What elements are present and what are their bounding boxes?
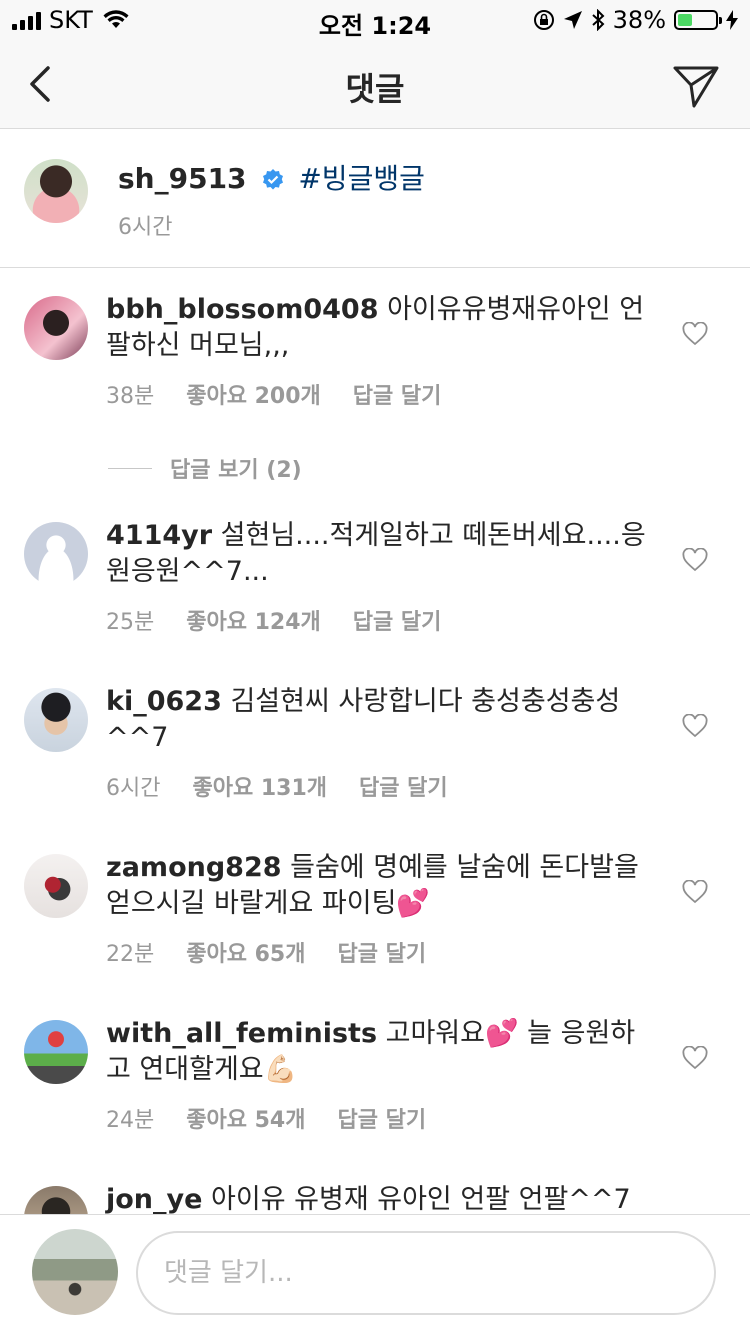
comment-likes[interactable]: 좋아요 65개 [186,936,305,968]
reply-button[interactable]: 답글 달기 [337,1102,426,1134]
heart-icon[interactable] [682,548,708,572]
location-icon [563,11,582,29]
caption-hashtag[interactable]: #빙글뱅글 [298,162,425,195]
comment-input[interactable] [136,1231,716,1315]
avatar[interactable] [24,854,88,918]
comment-time: 22분 [106,942,155,967]
divider [108,467,152,469]
battery-percent: 38% [612,6,666,34]
heart-icon[interactable] [682,1046,708,1070]
orientation-lock-icon [533,10,554,30]
avatar[interactable] [24,159,88,223]
comment-text: zamong828 들숨에 명예를 날숨에 돈다발을 얻으시길 바랄게요 파이팅… [106,850,646,922]
avatar[interactable] [24,688,88,752]
comment-username[interactable]: jon_ye [106,1184,202,1215]
avatar[interactable] [24,522,88,586]
comment-text: 4114yr 설현님....적게일하고 떼돈버세요....응원응원^^7... [106,518,646,590]
post-caption: sh_9513 #빙글뱅글 6시간 [0,129,750,268]
avatar[interactable] [24,296,88,360]
view-replies-label: 답글 보기 (2) [170,458,302,483]
reply-button[interactable]: 답글 달기 [359,770,448,802]
status-right: 38% [533,6,738,34]
reply-button[interactable]: 답글 달기 [353,604,442,636]
status-bar: SKT 오전 1:24 38% [0,0,750,40]
comment-time: 25분 [106,610,155,635]
page-title: 댓글 [345,70,405,108]
comment-time: 38분 [106,384,155,409]
comment-time: 24분 [106,1108,155,1133]
comment-meta: 38분 좋아요 200개 답글 달기 [106,378,441,410]
verified-badge-icon [263,169,284,190]
comment-likes[interactable]: 좋아요 200개 [186,378,321,410]
comment-time: 6시간 [106,776,161,801]
comment-meta: 25분 좋아요 124개 답글 달기 [106,604,441,636]
comment-body: 아이유 유병재 유아인 언팔 언팔^^7 [211,1184,631,1215]
reply-button[interactable]: 답글 달기 [337,936,426,968]
reply-button[interactable]: 답글 달기 [353,378,442,410]
comment-text: jon_ye 아이유 유병재 유아인 언팔 언팔^^7 [106,1182,646,1218]
caption-text: sh_9513 #빙글뱅글 [118,157,425,197]
comment-likes[interactable]: 좋아요 54개 [186,1102,305,1134]
comment-likes[interactable]: 좋아요 124개 [186,604,321,636]
comment-meta: 6시간 좋아요 131개 답글 달기 [106,770,448,802]
heart-icon[interactable] [682,880,708,904]
avatar[interactable] [24,1020,88,1084]
navigation-header: 댓글 [0,40,750,129]
comment-text: ki_0623 김설현씨 사랑합니다 충성충성충성^^7 [106,684,646,756]
comment-username[interactable]: zamong828 [106,852,282,883]
bluetooth-icon [591,9,605,31]
battery-icon [674,10,722,30]
comment-username[interactable]: with_all_feminists [106,1018,377,1049]
comment-likes[interactable]: 좋아요 131개 [192,770,327,802]
caption-timestamp: 6시간 [118,215,173,240]
comment-meta: 22분 좋아요 65개 답글 달기 [106,936,426,968]
heart-icon[interactable] [682,322,708,346]
charging-icon [726,10,738,30]
comment-composer [0,1214,750,1335]
caption-username[interactable]: sh_9513 [118,162,247,195]
view-replies-button[interactable]: 답글 보기 (2) [108,452,302,484]
comment-text: bbh_blossom0408 아이유유병재유아인 언팔하신 머모님,,, [106,292,646,364]
paper-plane-icon[interactable] [672,62,720,110]
comment-meta: 24분 좋아요 54개 답글 달기 [106,1102,426,1134]
avatar [32,1229,118,1315]
comment-username[interactable]: bbh_blossom0408 [106,294,378,325]
comment-username[interactable]: 4114yr [106,520,212,551]
comment-text: with_all_feminists 고마워요💕 늘 응원하고 연대할게요💪🏻 [106,1016,646,1088]
heart-icon[interactable] [682,714,708,738]
comment-username[interactable]: ki_0623 [106,686,222,717]
